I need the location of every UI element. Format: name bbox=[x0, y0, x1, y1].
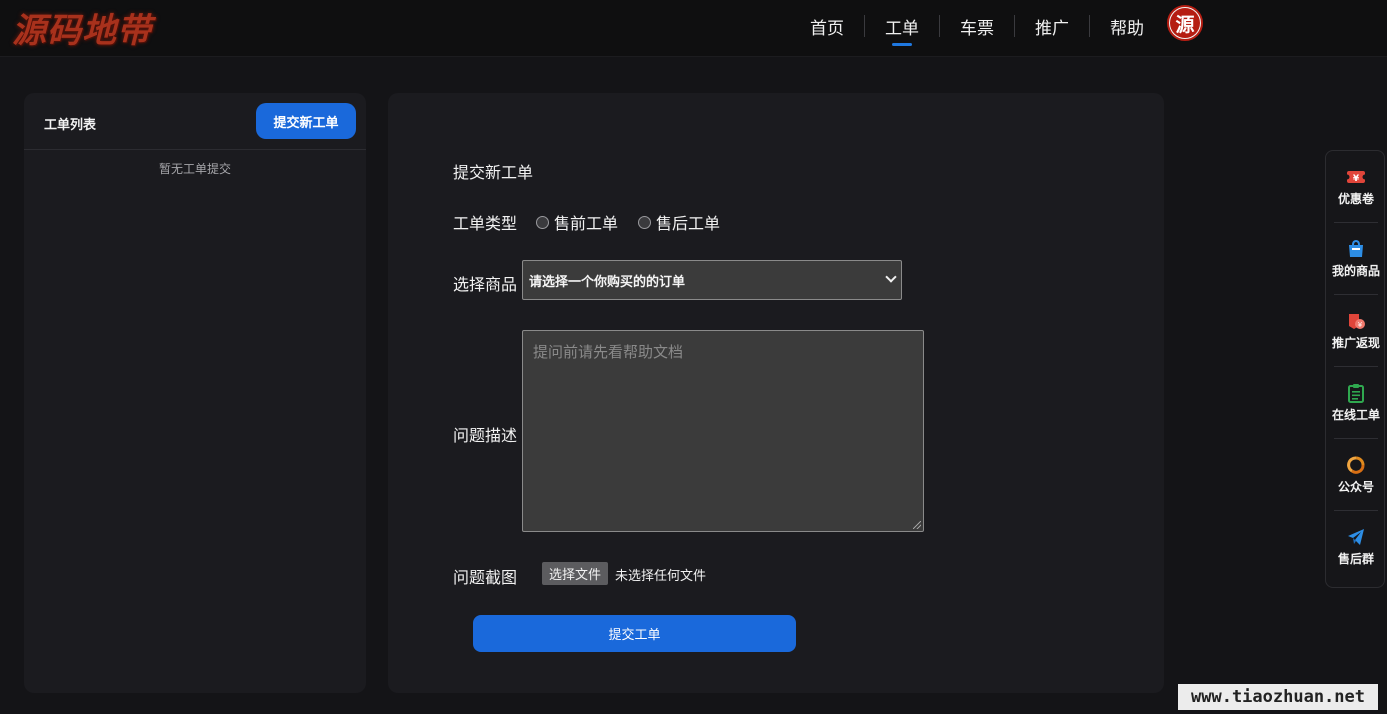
screenshot-label: 问题截图 bbox=[453, 568, 518, 587]
radio-aftersale-label[interactable]: 售后工单 bbox=[656, 210, 720, 234]
coupon-icon: ¥ bbox=[1346, 167, 1366, 187]
main-nav: 首页 工单 车票 推广 帮助 bbox=[790, 0, 1164, 52]
new-ticket-button[interactable]: 提交新工单 bbox=[256, 103, 356, 139]
telegram-icon bbox=[1346, 527, 1366, 547]
sidebar-item-cashback[interactable]: ¥ 推广返现 bbox=[1326, 295, 1386, 367]
clipboard-icon bbox=[1346, 383, 1366, 403]
sidebar-label-aftersale-group: 售后群 bbox=[1337, 552, 1374, 566]
radio-aftersale-circle[interactable] bbox=[638, 215, 652, 229]
nav-home[interactable]: 首页 bbox=[790, 0, 864, 52]
avatar-glyph: 源 bbox=[1170, 8, 1200, 38]
chevron-down-icon bbox=[885, 271, 897, 283]
ticket-type-radio-group: 售前工单 售后工单 bbox=[536, 210, 740, 234]
sidebar-label-cashback: 推广返现 bbox=[1331, 336, 1380, 350]
nav-tickets-car[interactable]: 车票 bbox=[940, 0, 1014, 52]
nav-tickets[interactable]: 工单 bbox=[865, 0, 939, 52]
description-placeholder: 提问前请先看帮助文档 bbox=[533, 343, 684, 361]
sidebar-label-my-products: 我的商品 bbox=[1331, 264, 1380, 278]
shopping-bag-icon bbox=[1346, 239, 1366, 259]
svg-text:¥: ¥ bbox=[1353, 174, 1360, 184]
sidebar-item-online-ticket[interactable]: 在线工单 bbox=[1326, 367, 1386, 439]
form-title: 提交新工单 bbox=[453, 163, 534, 182]
sidebar-label-online-ticket: 在线工单 bbox=[1331, 408, 1380, 422]
product-select-value: 请选择一个你购买的的订单 bbox=[529, 274, 686, 290]
sidebar-item-aftersale-group[interactable]: 售后群 bbox=[1326, 511, 1386, 583]
svg-text:¥: ¥ bbox=[1358, 321, 1363, 329]
resize-grip-icon[interactable] bbox=[913, 521, 921, 529]
cashback-icon: ¥ bbox=[1346, 311, 1366, 331]
ticket-type-label: 工单类型 bbox=[453, 214, 518, 233]
ticket-list-title: 工单列表 bbox=[44, 118, 97, 133]
ticket-list-header: 工单列表 提交新工单 bbox=[24, 93, 366, 150]
radio-presale-circle[interactable] bbox=[536, 215, 549, 229]
nav-promote[interactable]: 推广 bbox=[1015, 0, 1089, 52]
description-textarea[interactable]: 提问前请先看帮助文档 bbox=[522, 330, 924, 532]
sidebar-label-coupon: 优惠卷 bbox=[1337, 192, 1374, 206]
floating-sidebar: ¥ 优惠卷 我的商品 ¥ 推广返现 在线工单 公众号 售后群 bbox=[1325, 150, 1385, 588]
sidebar-item-official-account[interactable]: 公众号 bbox=[1326, 439, 1386, 511]
radio-presale-label[interactable]: 售前工单 bbox=[554, 210, 618, 234]
nav-help[interactable]: 帮助 bbox=[1090, 0, 1164, 52]
radio-aftersale[interactable]: 售后工单 bbox=[638, 210, 720, 234]
top-header: 源码地带 首页 工单 车票 推广 帮助 源 bbox=[0, 0, 1387, 57]
choose-file-button[interactable]: 选择文件 bbox=[542, 562, 609, 585]
sidebar-item-coupon[interactable]: ¥ 优惠卷 bbox=[1326, 151, 1386, 223]
sidebar-item-my-products[interactable]: 我的商品 bbox=[1326, 223, 1386, 295]
radio-presale[interactable]: 售前工单 bbox=[536, 210, 618, 234]
product-select[interactable]: 请选择一个你购买的的订单 bbox=[522, 260, 902, 300]
empty-state-text: 暂无工单提交 bbox=[158, 162, 231, 176]
new-ticket-form-panel: 提交新工单 工单类型 售前工单 售后工单 选择商品 请选择一个你购买的的订单 问… bbox=[388, 93, 1164, 693]
site-logo[interactable]: 源码地带 bbox=[12, 3, 152, 52]
user-avatar[interactable]: 源 bbox=[1167, 5, 1203, 41]
submit-ticket-button[interactable]: 提交工单 bbox=[473, 615, 796, 652]
site-watermark: www.tiaozhuan.net bbox=[1178, 684, 1378, 710]
sidebar-label-official-account: 公众号 bbox=[1337, 480, 1374, 494]
ticket-list-panel: 工单列表 提交新工单 暂无工单提交 bbox=[24, 93, 366, 693]
description-label: 问题描述 bbox=[453, 426, 518, 445]
file-status-text: 未选择任何文件 bbox=[615, 569, 707, 584]
product-label: 选择商品 bbox=[453, 275, 518, 294]
wechat-official-icon bbox=[1346, 455, 1366, 475]
